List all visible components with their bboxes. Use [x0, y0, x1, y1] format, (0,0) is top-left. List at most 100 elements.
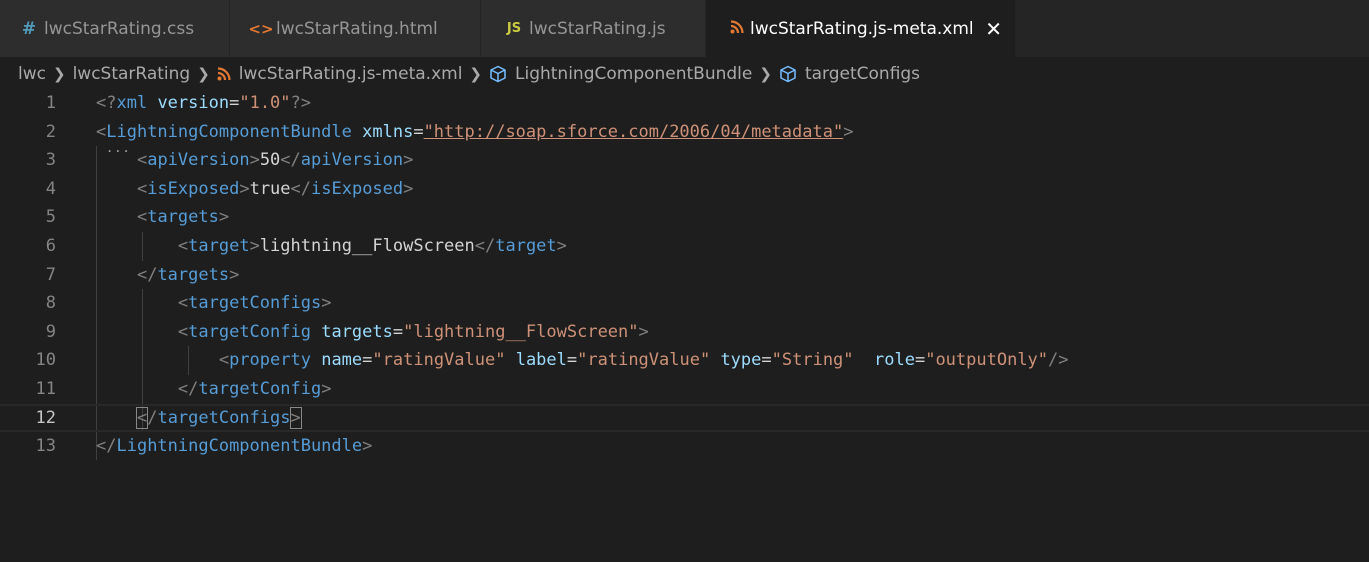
code-token: > [229, 264, 240, 285]
code-token: > [249, 236, 260, 256]
code-line[interactable]: 1 <?xml version="1.0"?> [0, 89, 1369, 118]
close-icon[interactable]: ✕ [984, 17, 1004, 41]
code-content: </targets> [96, 261, 239, 290]
code-token: < [136, 150, 148, 171]
code-token: > [362, 436, 373, 457]
code-token: isExposed [311, 178, 404, 199]
code-line[interactable]: 8 <targetConfigs> [0, 289, 1369, 318]
code-token: apiVersion [147, 150, 250, 171]
code-token: / [147, 407, 158, 428]
code-token: > [403, 150, 414, 171]
chevron-right-icon: ❯ [197, 65, 210, 83]
code-token: xml [116, 93, 158, 113]
code-token: "1.0" [239, 93, 291, 113]
breadcrumb-item[interactable]: targetConfigs [805, 64, 920, 84]
code-line[interactable]: 10 <property name="ratingValue" label="r… [0, 346, 1369, 375]
code-token: type [720, 350, 762, 371]
code-token: lightning__FlowScreen [259, 236, 475, 256]
line-number: 10 [35, 350, 56, 371]
code-token: > [289, 406, 302, 429]
code-token: = [566, 350, 578, 371]
code-line[interactable]: 6 <target>lightning__FlowScreen</target> [0, 232, 1369, 261]
code-token: > [556, 236, 567, 256]
code-token: "ratingValue" [372, 350, 516, 371]
code-token: "outputOnly" [925, 350, 1049, 371]
code-token: > [239, 178, 250, 199]
code-content: </targetConfigs> [96, 406, 302, 431]
code-token: ?> [290, 93, 312, 113]
code-token: "http://soap.sforce.com/2006/04/metadata… [423, 121, 844, 142]
code-token: < [135, 406, 149, 429]
code-token: = [914, 350, 926, 371]
code-token: > [403, 178, 414, 199]
line-number: 4 [45, 178, 56, 199]
code-token: target [495, 236, 557, 256]
tab-label: lwcStarRating.js [529, 18, 666, 39]
code-line[interactable]: 11 </targetConfig> [0, 375, 1369, 404]
code-token: </ [96, 436, 117, 457]
code-token: LightningComponentBundle [116, 436, 363, 457]
code-token: = [413, 121, 424, 142]
code-token: < [218, 350, 230, 371]
breadcrumb-item[interactable]: lwc [18, 64, 46, 84]
code-line[interactable]: 13 </LightningComponentBundle> [0, 432, 1369, 461]
code-token: true [249, 178, 291, 199]
code-line[interactable]: 5 <targets> [0, 203, 1369, 232]
line-number: 11 [35, 379, 56, 399]
chevron-right-icon: ❯ [52, 65, 66, 83]
breadcrumb-item[interactable]: lwcStarRating [73, 64, 191, 84]
code-editor[interactable]: ... 1 <?xml version="1.0"?> 2 <LightningCom… [0, 89, 1369, 562]
code-token: /> [1048, 350, 1069, 371]
tab-meta-xml[interactable]: lwcStarRating.js-meta.xml ✕ [706, 0, 1016, 57]
code-token: </ [136, 264, 158, 285]
line-number: 9 [45, 321, 56, 342]
code-token: "String" [771, 350, 874, 371]
code-token: > [321, 293, 332, 314]
code-line[interactable]: 3 <apiVersion>50</apiVersion> [0, 146, 1369, 175]
line-number: 12 [35, 407, 56, 428]
tab-html[interactable]: <> lwcStarRating.html [230, 0, 481, 57]
code-token: > [638, 321, 649, 342]
code-token: </ [177, 379, 199, 399]
code-token: = [229, 93, 240, 113]
code-token: = [761, 350, 772, 371]
code-line[interactable]: 12 </targetConfigs> [0, 403, 1369, 433]
code-line[interactable]: 2 <LightningComponentBundle xmlns="http:/… [0, 118, 1369, 147]
code-token: > [843, 121, 854, 142]
code-token: targetConfig [188, 321, 322, 342]
tab-label: lwcStarRating.html [276, 18, 438, 39]
code-token: property [229, 350, 322, 371]
code-token: < [177, 293, 189, 314]
tab-js[interactable]: JS lwcStarRating.js [481, 0, 706, 57]
code-token: targets [147, 207, 219, 228]
code-line[interactable]: 9 <targetConfig targets="lightning__Flow… [0, 318, 1369, 347]
line-number: 13 [35, 436, 56, 457]
code-token: "lightning__FlowScreen" [403, 321, 639, 342]
code-content: <apiVersion>50</apiVersion> [96, 146, 413, 175]
code-content: </targetConfig> [96, 375, 332, 404]
code-line[interactable]: 7 </targets> [0, 261, 1369, 290]
code-token: </ [290, 178, 312, 199]
code-line[interactable]: 4 <isExposed>true</isExposed> [0, 175, 1369, 204]
tab-css[interactable]: # lwcStarRating.css [0, 0, 230, 57]
code-token: = [392, 321, 404, 342]
code-token: 50 [259, 150, 281, 171]
code-content: <target>lightning__FlowScreen</target> [96, 232, 567, 261]
code-token: = [362, 350, 373, 371]
code-token: targets [157, 264, 230, 285]
breadcrumb-item[interactable]: lwcStarRating.js-meta.xml [239, 64, 463, 84]
breadcrumb-item[interactable]: LightningComponentBundle [515, 64, 752, 84]
rss-icon [726, 19, 748, 39]
code-content: <?xml version="1.0"?> [96, 89, 311, 118]
rss-icon [217, 67, 231, 81]
css-file-icon: # [21, 18, 37, 39]
code-token: name [321, 350, 363, 371]
